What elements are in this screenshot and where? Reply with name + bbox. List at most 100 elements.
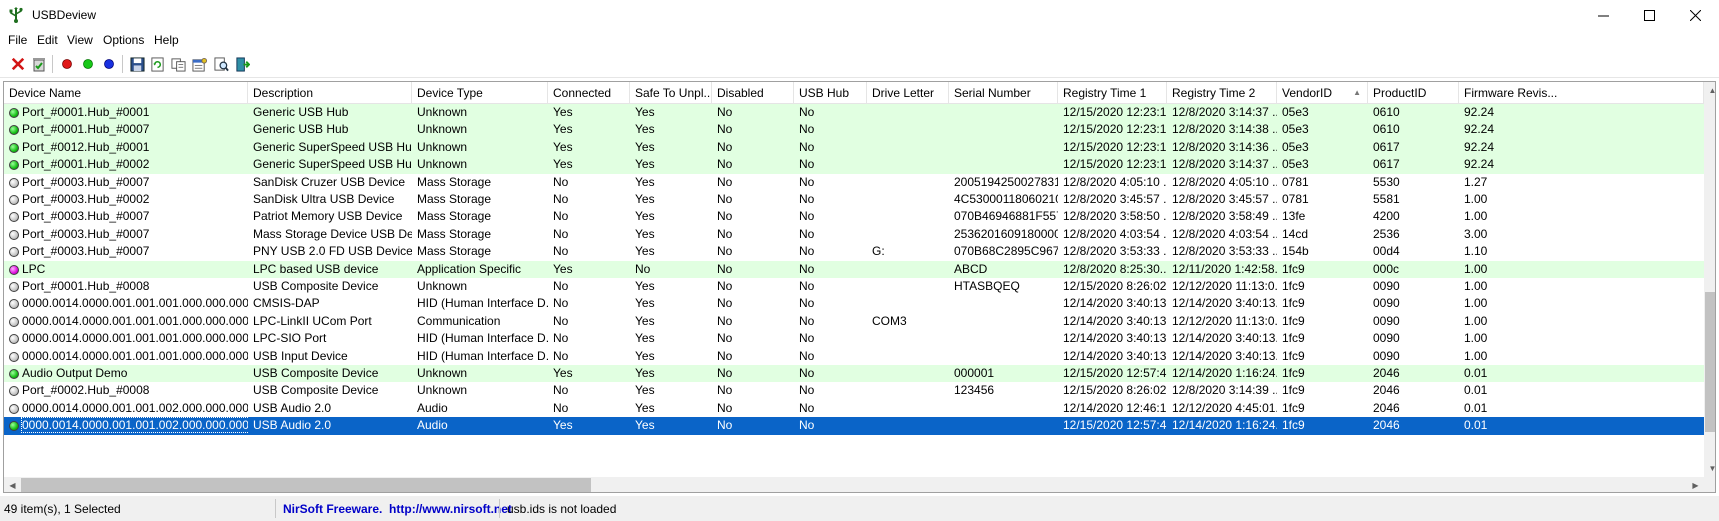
nirsoft-link[interactable]: NirSoft Freeware. http://www.nirsoft.net bbox=[283, 502, 512, 516]
cell-registry-time-1: 12/14/2020 3:40:13... bbox=[1063, 313, 1167, 328]
cell-product-id: 0617 bbox=[1373, 157, 1400, 172]
table-row[interactable]: LPC LPC based USB device Application Speci… bbox=[4, 260, 1704, 278]
device-name-text: Audio Output Demo bbox=[22, 366, 128, 380]
cell-connected: No bbox=[553, 226, 569, 241]
column-header-drive-letter[interactable]: Drive Letter bbox=[867, 82, 949, 104]
table-row[interactable]: 0000.0014.0000.001.001.001.000.000.000 LP… bbox=[4, 313, 1704, 330]
cell-firmware-revision: 0.01 bbox=[1464, 418, 1488, 433]
cell-drive-letter bbox=[867, 278, 949, 295]
menu-edit[interactable]: Edit bbox=[37, 33, 58, 47]
status-gray-dot-icon bbox=[9, 299, 19, 310]
maximize-button[interactable] bbox=[1626, 0, 1672, 30]
cell-firmware-revision: 1.10 bbox=[1464, 244, 1488, 259]
cell-safe-to-unplug: Yes bbox=[635, 209, 655, 224]
table-row[interactable]: Port_#0003.Hub_#0007 PNY USB 2.0 FD USB D… bbox=[4, 243, 1704, 260]
cell-device-type: HID (Human Interface D... bbox=[417, 296, 548, 311]
horizontal-scroll-thumb[interactable] bbox=[21, 478, 591, 492]
table-row[interactable]: 0000.0014.0000.001.001.001.000.000.000 LP… bbox=[4, 330, 1704, 347]
cell-device-type: Unknown bbox=[417, 105, 468, 119]
cell-product-id: 2046 bbox=[1373, 366, 1400, 380]
cell-registry-time-1: 12/8/2020 4:03:54 ... bbox=[1063, 226, 1167, 241]
column-header-label: Drive Letter bbox=[872, 86, 935, 100]
cell-drive-letter bbox=[867, 382, 949, 399]
table-row-selected[interactable]: 0000.0014.0000.001.001.002.000.000.000 US… bbox=[4, 417, 1704, 435]
reconnect-button[interactable] bbox=[100, 55, 118, 73]
column-header-product-id[interactable]: ProductID bbox=[1368, 82, 1459, 104]
scroll-down-icon[interactable]: ▼ bbox=[1704, 460, 1715, 477]
table-row[interactable]: Port_#0003.Hub_#0007 Mass Storage Device … bbox=[4, 226, 1704, 243]
cell-serial-number: 4C53000118060210... bbox=[954, 192, 1058, 206]
table-row[interactable]: 0000.0014.0000.001.001.001.000.000.000 US… bbox=[4, 348, 1704, 365]
menu-view[interactable]: View bbox=[67, 33, 93, 47]
cell-registry-time-1: 12/8/2020 8:25:30... bbox=[1063, 261, 1167, 276]
table-row[interactable]: Port_#0001.Hub_#0002 Generic SuperSpeed U… bbox=[4, 156, 1704, 174]
cell-device-type: Audio bbox=[417, 418, 448, 433]
table-row[interactable]: Port_#0003.Hub_#0007 Patriot Memory USB D… bbox=[4, 208, 1704, 225]
column-header-label: Device Name bbox=[9, 86, 82, 100]
column-header-usb-hub[interactable]: USB Hub bbox=[794, 82, 867, 104]
menu-file[interactable]: File bbox=[8, 33, 27, 47]
table-row[interactable]: 0000.0014.0000.001.001.001.000.000.000 CM… bbox=[4, 295, 1704, 312]
column-header-connected[interactable]: Connected bbox=[548, 82, 630, 104]
column-header-device-type[interactable]: Device Type bbox=[412, 82, 548, 104]
vertical-scrollbar[interactable]: ▲ ▼ bbox=[1704, 82, 1715, 477]
column-header-device-name[interactable]: Device Name bbox=[4, 82, 248, 104]
minimize-button[interactable] bbox=[1580, 0, 1626, 30]
horizontal-scrollbar[interactable]: ◀ ▶ bbox=[4, 477, 1704, 492]
table-row[interactable]: Port_#0001.Hub_#0007 Generic USB Hub Unkno… bbox=[4, 121, 1704, 139]
scroll-right-icon[interactable]: ▶ bbox=[1687, 477, 1704, 492]
scroll-left-icon[interactable]: ◀ bbox=[4, 477, 21, 492]
cell-firmware-revision: 1.00 bbox=[1464, 348, 1488, 363]
vertical-scroll-thumb[interactable] bbox=[1705, 292, 1715, 432]
menu-options[interactable]: Options bbox=[103, 33, 144, 47]
cell-vendor-id: 1fc9 bbox=[1282, 313, 1305, 328]
column-header-description[interactable]: Description bbox=[248, 82, 412, 104]
disconnect-button[interactable] bbox=[58, 55, 76, 73]
delete-button[interactable] bbox=[9, 55, 27, 73]
connect-button[interactable] bbox=[79, 55, 97, 73]
cell-product-id: 2046 bbox=[1373, 418, 1400, 433]
copy-button[interactable] bbox=[169, 55, 187, 73]
column-header-vendor-id[interactable]: VendorID ▲ bbox=[1277, 82, 1368, 104]
find-button[interactable] bbox=[212, 55, 230, 73]
table-row[interactable]: Port_#0003.Hub_#0002 SanDisk Ultra USB De… bbox=[4, 191, 1704, 208]
cell-registry-time-2: 12/8/2020 4:05:10 ... bbox=[1172, 174, 1277, 189]
cell-connected: No bbox=[553, 296, 569, 311]
cell-device-type: Unknown bbox=[417, 122, 468, 137]
table-row[interactable]: Port_#0012.Hub_#0001 Generic SuperSpeed U… bbox=[4, 138, 1704, 157]
cell-registry-time-1: 12/14/2020 3:40:13... bbox=[1063, 348, 1167, 363]
table-row[interactable]: Audio Output Demo USB Composite Device Unk… bbox=[4, 365, 1704, 383]
menu-help[interactable]: Help bbox=[154, 33, 179, 47]
column-header-serial-number[interactable]: Serial Number bbox=[949, 82, 1058, 104]
device-list[interactable]: Device Name Description Device Type Connect… bbox=[3, 81, 1716, 493]
table-row[interactable]: Port_#0002.Hub_#0008 USB Composite Device… bbox=[4, 382, 1704, 399]
menu-bar: File Edit View Options Help bbox=[0, 30, 1719, 50]
table-row[interactable]: Port_#0001.Hub_#0008 USB Composite Device… bbox=[4, 278, 1704, 295]
column-header-registry-time-2[interactable]: Registry Time 2 bbox=[1167, 82, 1277, 104]
table-row[interactable]: 0000.0014.0000.001.001.002.000.000.000 US… bbox=[4, 400, 1704, 417]
cell-safe-to-unplug: Yes bbox=[635, 174, 655, 189]
table-row[interactable]: Port_#0001.Hub_#0001 Generic USB Hub Unkno… bbox=[4, 104, 1704, 122]
properties-button[interactable] bbox=[190, 55, 208, 73]
cell-description: PNY USB 2.0 FD USB Device bbox=[253, 244, 412, 259]
column-header-firmware-revision[interactable]: Firmware Revis... bbox=[1459, 82, 1704, 104]
uninstall-button[interactable] bbox=[30, 55, 48, 73]
device-name-text: 0000.0014.0000.001.001.002.000.000.000 bbox=[22, 400, 248, 415]
status-gray-dot-icon bbox=[9, 229, 19, 240]
scroll-up-icon[interactable]: ▲ bbox=[1704, 82, 1715, 99]
cell-disabled: No bbox=[717, 261, 733, 276]
table-row[interactable]: Port_#0003.Hub_#0007 SanDisk Cruzer USB D… bbox=[4, 174, 1704, 191]
column-header-disabled[interactable]: Disabled bbox=[712, 82, 794, 104]
exit-button[interactable] bbox=[233, 55, 251, 73]
refresh-button[interactable] bbox=[148, 55, 166, 73]
copy-icon bbox=[170, 57, 186, 72]
close-button[interactable] bbox=[1672, 0, 1718, 30]
column-header-safe-to-unplug[interactable]: Safe To Unpl... bbox=[630, 82, 712, 104]
save-button[interactable] bbox=[128, 55, 146, 73]
cell-vendor-id: 05e3 bbox=[1282, 105, 1309, 119]
usb-plug-icon bbox=[8, 7, 24, 23]
column-header-registry-time-1[interactable]: Registry Time 1 bbox=[1058, 82, 1167, 104]
cell-vendor-id: 14cd bbox=[1282, 226, 1309, 241]
cell-disabled: No bbox=[717, 174, 733, 189]
column-header-label: Registry Time 2 bbox=[1172, 86, 1256, 100]
